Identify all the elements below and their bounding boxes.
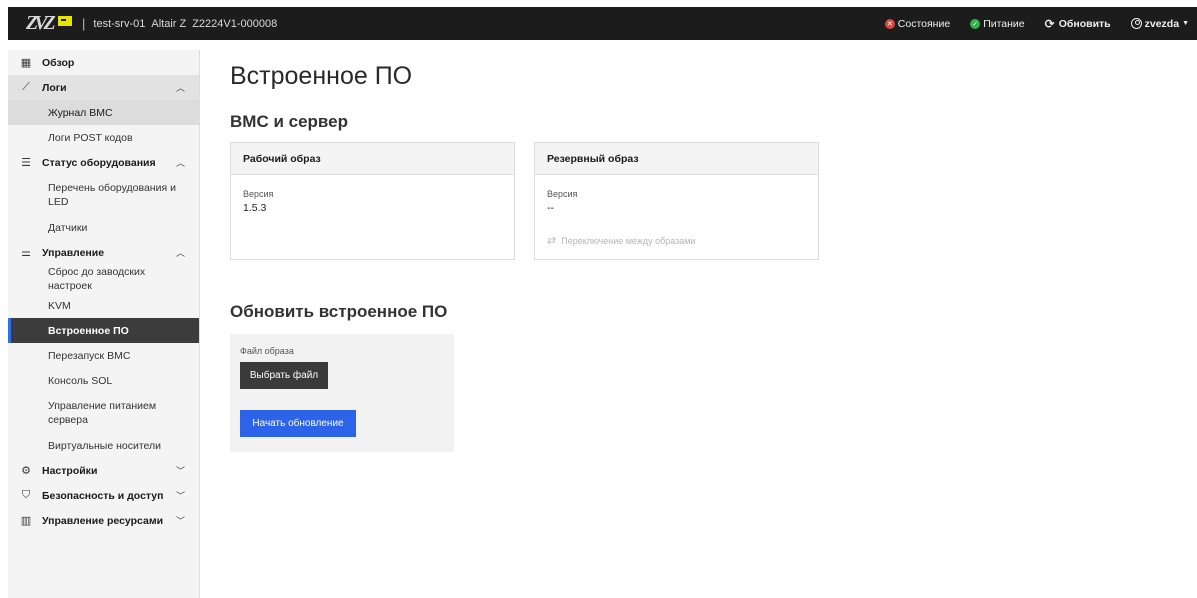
chart-icon: ⟋: [22, 81, 30, 93]
top-bar: ZVZ | test-srv-01 Altair Z Z2224V1-00000…: [0, 0, 1197, 40]
sidebar-item-sensors[interactable]: Датчики: [8, 215, 199, 240]
logo-mark: ZVZ: [26, 12, 56, 34]
user-icon: [1130, 18, 1142, 29]
start-update-button[interactable]: Начать обновление: [240, 410, 356, 437]
serial-number: Z2224V1-000008: [192, 17, 278, 30]
chevron-up-icon: ︿: [175, 158, 185, 168]
page-title: Встроенное ПО: [230, 62, 413, 90]
chevron-down-icon: ﹀: [175, 516, 185, 526]
refresh-label: Обновить: [1058, 17, 1111, 30]
section-title-bmc: BMC и сервер: [230, 112, 348, 131]
sidebar: ▦ Обзор ⟋ Логи ︿ Журнал BMC Логи POST ко…: [8, 50, 200, 598]
version-value: 1.5.3: [243, 202, 267, 214]
sidebar-item-label: Логи: [42, 81, 67, 94]
sidebar-item-settings[interactable]: ⚙ Настройки ﹀: [8, 458, 199, 483]
health-status-button[interactable]: ✕ Состояние: [884, 17, 951, 30]
card-body: Версия 1.5.3: [231, 175, 514, 226]
sidebar-item-label: Управление: [42, 246, 105, 259]
user-menu-button[interactable]: zvezda ▼: [1130, 17, 1189, 30]
sidebar-item-hardware-status[interactable]: ☰ Статус оборудования ︿: [8, 150, 199, 175]
sidebar-item-post-codes[interactable]: Логи POST кодов: [8, 125, 199, 150]
sidebar-item-label: Безопасность и доступ: [42, 489, 164, 502]
sidebar-item-virtual-media[interactable]: Виртуальные носители: [8, 433, 199, 458]
refresh-icon: ⟳: [1044, 16, 1055, 31]
sidebar-item-inventory-led[interactable]: Перечень оборудования и LED: [8, 175, 199, 215]
shield-icon: ⛉: [21, 489, 31, 501]
sidebar-item-control[interactable]: ⚌ Управление ︿: [8, 240, 199, 265]
refresh-button[interactable]: ⟳ Обновить: [1045, 17, 1111, 31]
sidebar-item-power-control[interactable]: Управление питанием сервера: [8, 393, 199, 433]
sidebar-item-label: Настройки: [42, 464, 98, 477]
power-status-button[interactable]: ✓ Питание: [970, 17, 1025, 30]
sidebar-item-kvm[interactable]: KVM: [8, 293, 199, 318]
gear-icon: ⚙: [21, 465, 31, 477]
error-icon: ✕: [884, 18, 895, 29]
switch-images-button[interactable]: ⇄ Переключение между образами: [547, 234, 806, 247]
logo[interactable]: ZVZ: [26, 12, 76, 35]
sidebar-item-label: Управление ресурсами: [42, 514, 164, 527]
choose-file-button[interactable]: Выбрать файл: [240, 362, 328, 389]
dashboard-icon: ▦: [20, 57, 32, 69]
sidebar-item-reboot-bmc[interactable]: Перезапуск BMC: [8, 343, 199, 368]
sidebar-item-security[interactable]: ⛉ Безопасность и доступ ﹀: [8, 483, 199, 508]
primary-image-card: Рабочий образ Версия 1.5.3: [230, 142, 515, 260]
version-value: --: [547, 202, 554, 214]
backup-image-card: Резервный образ Версия -- ⇄ Переключение…: [534, 142, 819, 260]
file-label: Файл образа: [240, 346, 294, 356]
sidebar-item-firmware[interactable]: Встроенное ПО: [8, 318, 199, 343]
swap-icon: ⇄: [547, 235, 557, 247]
chevron-up-icon: ︿: [175, 83, 185, 93]
chevron-down-icon: ﹀: [175, 466, 185, 476]
chevron-up-icon: ︿: [175, 248, 185, 258]
sidebar-item-logs[interactable]: ⟋ Логи ︿: [8, 75, 199, 100]
success-icon: ✓: [970, 18, 981, 29]
header-separator: |: [82, 16, 86, 31]
card-header: Резервный образ: [535, 143, 818, 175]
logo-badge: [58, 15, 72, 26]
top-bar-actions: ✕ Состояние ✓ Питание ⟳ Обновить zvezda …: [865, 7, 1197, 40]
sidebar-item-factory-reset[interactable]: Сброс до заводских настроек: [8, 265, 199, 293]
resources-icon: ▥: [20, 515, 32, 527]
card-header: Рабочий образ: [231, 143, 514, 175]
version-label: Версия: [243, 189, 274, 199]
user-name: zvezda: [1144, 17, 1180, 30]
sidebar-item-overview[interactable]: ▦ Обзор: [8, 50, 199, 75]
list-icon: ☰: [21, 157, 31, 169]
sidebar-item-label: Статус оборудования: [42, 156, 156, 169]
caret-down-icon: ▼: [1182, 20, 1189, 27]
chevron-down-icon: ﹀: [175, 491, 185, 501]
sidebar-item-label: Обзор: [42, 56, 75, 69]
health-status-label: Состояние: [897, 17, 951, 30]
firmware-upload-panel: Файл образа Выбрать файл Начать обновлен…: [230, 334, 454, 452]
section-title-update: Обновить встроенное ПО: [230, 302, 448, 321]
server-model: Altair Z: [151, 17, 187, 30]
version-label: Версия: [547, 189, 578, 199]
top-bar-inner: ZVZ | test-srv-01 Altair Z Z2224V1-00000…: [8, 7, 1197, 40]
power-status-label: Питание: [983, 17, 1025, 30]
card-body: Версия -- ⇄ Переключение между образами: [535, 175, 818, 259]
host-name: test-srv-01: [93, 17, 146, 30]
sidebar-item-resources[interactable]: ▥ Управление ресурсами ﹀: [8, 508, 199, 533]
sidebar-item-sol-console[interactable]: Консоль SOL: [8, 368, 199, 393]
sliders-icon: ⚌: [21, 247, 31, 259]
sidebar-item-bmc-journal[interactable]: Журнал BMC: [8, 100, 199, 125]
switch-images-label: Переключение между образами: [561, 235, 696, 246]
